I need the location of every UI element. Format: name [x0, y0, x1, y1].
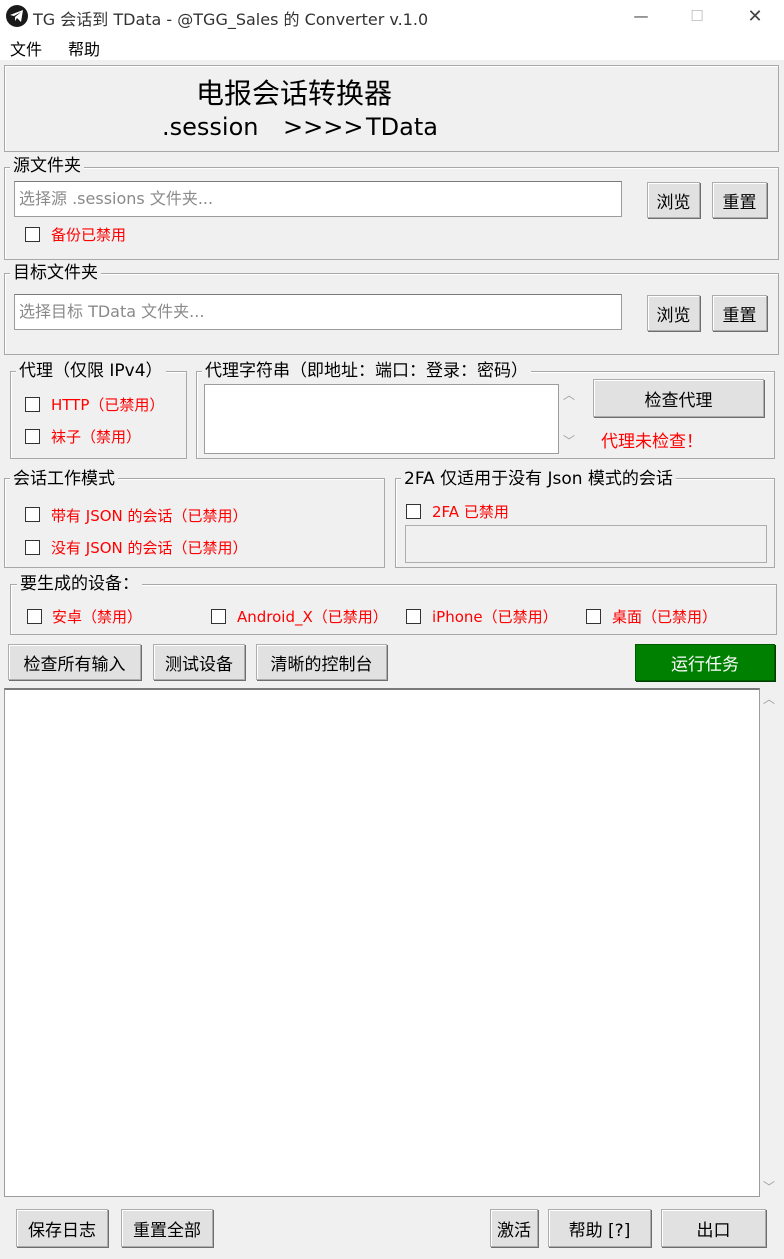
- proxy-string-textarea[interactable]: [204, 384, 559, 454]
- close-button[interactable]: ✕: [726, 0, 784, 32]
- proxy-status: 代理未检查！: [601, 432, 703, 452]
- twofa-checkbox-label: 2FA 已禁用: [432, 503, 509, 521]
- desktop-label: 桌面（已禁用）: [612, 608, 718, 626]
- source-reset-button[interactable]: 重置: [712, 182, 767, 218]
- console-scrollbar[interactable]: [760, 688, 778, 1197]
- test-devices-button[interactable]: 测试设备: [153, 644, 245, 680]
- android-label: 安卓（禁用）: [52, 608, 143, 626]
- twofa-password-input[interactable]: [405, 525, 767, 563]
- clear-console-button[interactable]: 清晰的控制台: [256, 644, 387, 680]
- source-folder-input[interactable]: 选择源 .sessions 文件夹...: [14, 181, 622, 217]
- check-proxy-button[interactable]: 检查代理: [593, 379, 764, 417]
- android-checkbox[interactable]: [27, 609, 42, 624]
- exit-button[interactable]: 出口: [661, 1209, 766, 1247]
- menu-file[interactable]: 文件: [10, 36, 42, 60]
- check-all-inputs-button[interactable]: 检查所有输入: [8, 644, 141, 680]
- twofa-label: 2FA 仅适用于没有 Json 模式的会话: [401, 469, 676, 489]
- backup-label: 备份已禁用: [51, 226, 127, 244]
- menu-bar: [0, 32, 784, 60]
- target-reset-button[interactable]: 重置: [712, 295, 767, 331]
- proxy-label: 代理（仅限 IPv4）: [16, 361, 166, 381]
- source-browse-button[interactable]: 浏览: [647, 182, 700, 218]
- session-mode-label: 会话工作模式: [10, 469, 118, 489]
- source-folder-label: 源文件夹: [10, 156, 84, 176]
- minimize-button[interactable]: —: [612, 0, 670, 32]
- desktop-checkbox[interactable]: [586, 609, 601, 624]
- telegram-app-icon: [6, 5, 28, 27]
- window-title: TG 会话到 TData - @TGG_Sales 的 Converter v.…: [33, 10, 429, 29]
- save-log-button[interactable]: 保存日志: [16, 1209, 108, 1247]
- menu-help[interactable]: 帮助: [68, 36, 100, 60]
- socks-label: 袜子（禁用）: [51, 428, 142, 446]
- run-task-button[interactable]: 运行任务: [635, 644, 775, 681]
- twofa-checkbox[interactable]: [406, 504, 421, 519]
- target-browse-button[interactable]: 浏览: [647, 295, 700, 331]
- http-label: HTTP（已禁用）: [51, 396, 165, 414]
- without-json-checkbox[interactable]: [25, 540, 40, 555]
- http-checkbox[interactable]: [25, 397, 40, 412]
- scroll-up-icon[interactable]: ︿: [563, 386, 575, 403]
- android-x-checkbox[interactable]: [211, 609, 226, 624]
- target-folder-label: 目标文件夹: [10, 263, 101, 283]
- console-output[interactable]: [4, 688, 760, 1197]
- maximize-button[interactable]: ☐: [668, 0, 726, 32]
- iphone-label: iPhone（已禁用）: [432, 608, 558, 626]
- activate-button[interactable]: 激活: [490, 1209, 538, 1247]
- heading-session-label: .session: [162, 113, 259, 141]
- android-x-label: Android_X（已禁用）: [237, 608, 388, 626]
- with-json-label: 带有 JSON 的会话（已禁用）: [51, 507, 248, 525]
- iphone-checkbox[interactable]: [406, 609, 421, 624]
- close-icon: ✕: [747, 5, 763, 27]
- backup-checkbox[interactable]: [25, 227, 40, 242]
- reset-all-button[interactable]: 重置全部: [121, 1209, 213, 1247]
- maximize-icon: ☐: [690, 7, 704, 25]
- console-scroll-down-icon[interactable]: ﹀: [763, 1178, 775, 1195]
- proxy-string-label: 代理字符串（即地址：端口：登录：密码）: [202, 361, 531, 381]
- without-json-label: 没有 JSON 的会话（已禁用）: [51, 539, 248, 557]
- scroll-down-icon[interactable]: ﹀: [563, 432, 575, 449]
- heading-arrow: >>>>: [283, 113, 364, 141]
- target-folder-input[interactable]: 选择目标 TData 文件夹...: [14, 294, 622, 330]
- app-heading: 电报会话转换器: [196, 77, 393, 110]
- devices-label: 要生成的设备：: [17, 574, 142, 594]
- socks-checkbox[interactable]: [25, 429, 40, 444]
- console-scroll-up-icon[interactable]: ︿: [763, 690, 775, 707]
- help-button[interactable]: 帮助 [?]: [548, 1209, 651, 1247]
- heading-tdata-label: TData: [366, 113, 438, 141]
- minimize-icon: —: [633, 7, 649, 25]
- with-json-checkbox[interactable]: [25, 507, 40, 522]
